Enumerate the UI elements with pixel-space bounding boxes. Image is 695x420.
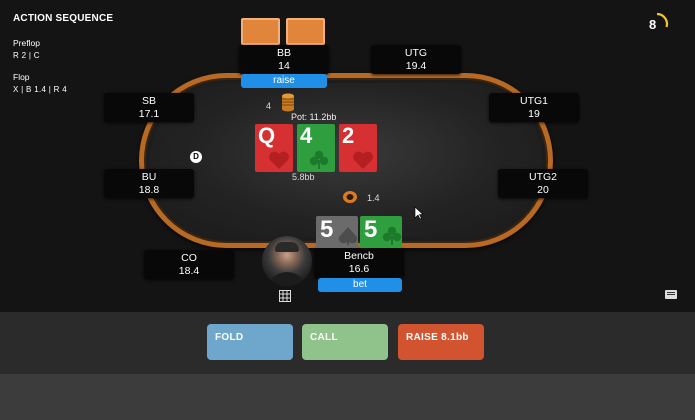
chip-stack-icon (282, 93, 294, 112)
game-area: ACTION SEQUENCE Preflop R 2 | C Flop X |… (0, 0, 695, 312)
bb-card-back (241, 18, 280, 45)
dealer-button: D (190, 151, 202, 163)
board-card-3: 2 (339, 123, 377, 172)
seat-bu: BU 18.8 (104, 169, 194, 198)
club-icon (309, 150, 329, 169)
fold-button[interactable]: FOLD (207, 324, 293, 360)
seat-stack: 18.8 (138, 184, 160, 196)
board-bet-total: 5.8bb (292, 172, 315, 182)
street-preflop-label: Preflop (13, 38, 40, 48)
seat-name: BU (141, 171, 157, 183)
call-button[interactable]: CALL (302, 324, 388, 360)
bb-card-back (286, 18, 325, 45)
board-card-1: Q (255, 123, 293, 172)
card-rank: 2 (342, 123, 355, 148)
seat-bb: BB 14 (239, 45, 329, 74)
street-preflop-actions: R 2 | C (13, 51, 40, 60)
heart-icon (353, 151, 373, 169)
mouse-cursor-icon (414, 206, 424, 220)
card-rank: Q (258, 123, 276, 148)
seat-stack: 16.6 (348, 263, 370, 275)
chip-icon (343, 191, 357, 203)
street-flop-label: Flop (13, 72, 30, 82)
street-flop-actions: X | B 1.4 | R 4 (13, 85, 68, 94)
seat-name: UTG (404, 47, 428, 59)
seat-name: UTG1 (519, 95, 548, 107)
footer-area (0, 374, 695, 420)
seat-stack: 19.4 (405, 60, 427, 72)
card-rank: 5 (364, 216, 378, 243)
seat-co: CO 18.4 (144, 250, 234, 279)
seat-name: UTG2 (528, 171, 557, 183)
hero-card-2: 5 (360, 216, 402, 248)
seat-stack: 14 (278, 60, 290, 72)
grid-icon[interactable] (279, 290, 291, 302)
bb-bet-amount: 4 (266, 101, 272, 111)
heart-icon (269, 151, 289, 169)
seat-hero: Bencb 16.6 (314, 248, 404, 278)
card-rank: 4 (300, 123, 313, 148)
club-icon (382, 226, 402, 245)
seat-stack: 19 (528, 108, 540, 120)
seat-name: BB (276, 47, 291, 59)
seat-sb: SB 17.1 (104, 93, 194, 122)
hero-action-tag: bet (318, 278, 402, 292)
spade-icon (338, 227, 358, 245)
seat-stack: 17.1 (138, 108, 160, 120)
chat-icon[interactable] (665, 290, 677, 299)
action-sequence-title: ACTION SEQUENCE (13, 13, 114, 24)
seat-utg: UTG 19.4 (371, 45, 461, 74)
hero-card-1: 5 (316, 216, 358, 248)
seat-stack: 20 (537, 184, 549, 196)
board-card-2: 4 (297, 123, 335, 172)
seat-name: SB (141, 95, 156, 107)
seat-name: Bencb (344, 250, 374, 262)
seat-utg1: UTG1 19 (489, 93, 579, 122)
seat-name: CO (181, 252, 197, 264)
pot-size: Pot: 11.2bb (291, 112, 337, 122)
hero-bet-amount: 1.4 (367, 193, 380, 203)
raise-button[interactable]: RAISE 8.1bb (398, 324, 484, 360)
card-rank: 5 (320, 216, 334, 243)
seat-utg2: UTG2 20 (498, 169, 588, 198)
timer-value: 8 (649, 17, 657, 32)
bb-action-tag: raise (241, 74, 327, 88)
hero-avatar (262, 236, 312, 286)
seat-stack: 18.4 (178, 265, 200, 277)
